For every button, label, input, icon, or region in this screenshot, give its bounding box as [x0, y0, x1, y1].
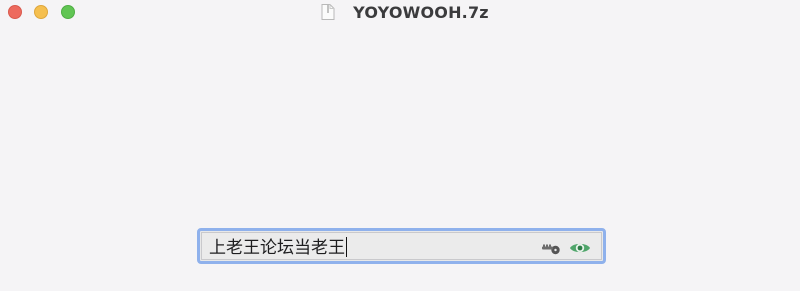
eye-icon[interactable]: [569, 239, 591, 257]
window-title-group: YOYOWOOH.7z: [0, 0, 800, 24]
password-value-wrapper[interactable]: 上老王论坛当老王: [209, 237, 347, 259]
password-field-inner[interactable]: 上老王论坛当老王: [201, 232, 602, 260]
titlebar: YOYOWOOH.7z: [0, 0, 800, 26]
document-icon: [321, 4, 335, 20]
window-title: YOYOWOOH.7z: [353, 2, 489, 22]
archive-password-window: YOYOWOOH.7z 上老王论坛当老王: [0, 0, 800, 291]
password-value[interactable]: 上老王论坛当老王: [209, 238, 345, 258]
text-caret: [346, 237, 347, 257]
password-field[interactable]: 上老王论坛当老王: [197, 228, 606, 264]
key-icon[interactable]: [538, 240, 562, 256]
